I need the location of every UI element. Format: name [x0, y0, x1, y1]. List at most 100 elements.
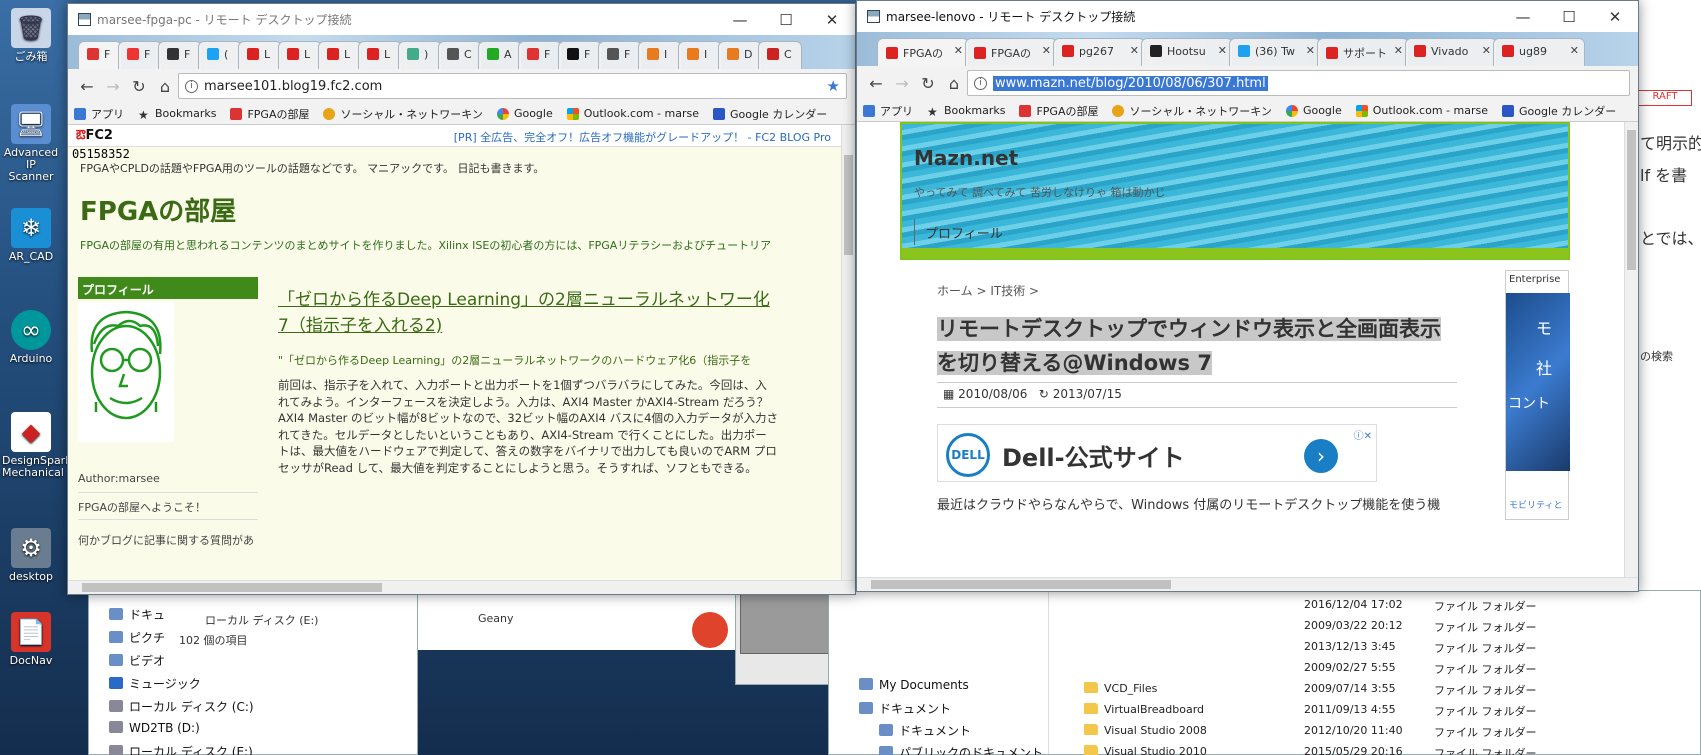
browser-tab[interactable]: F: [158, 41, 202, 69]
browser-tab[interactable]: Hootsu ✕: [1141, 38, 1233, 66]
tab-close-icon[interactable]: ✕: [954, 44, 963, 57]
minimize-button[interactable]: —: [1500, 1, 1546, 32]
back-arrow-icon[interactable]: ←: [863, 70, 889, 96]
file-row[interactable]: 2016/12/04 17:02 ファイル フォルダー: [1084, 595, 1700, 616]
desktop-icon-ar-cad[interactable]: ❄ AR_CAD: [2, 208, 60, 263]
browser-tab[interactable]: I: [638, 41, 682, 69]
browser-tab[interactable]: L: [358, 41, 402, 69]
desktop-icon-desktop[interactable]: ⚙ desktop: [2, 528, 60, 583]
tree-item[interactable]: WD2TB (D:): [109, 721, 200, 735]
browser-tab[interactable]: C: [438, 41, 482, 69]
bookmark-outlook[interactable]: Outlook.com - marse: [1355, 104, 1488, 117]
reload-icon[interactable]: ↻: [126, 73, 152, 99]
scrollbar-thumb[interactable]: [1627, 130, 1636, 270]
bookmark-bookmarks[interactable]: ★ Bookmarks: [927, 104, 1005, 119]
browser-tab[interactable]: A: [478, 41, 522, 69]
maximize-button[interactable]: ☐: [763, 4, 809, 35]
browser-tab[interactable]: Vivado ✕: [1405, 38, 1497, 66]
tree-item-local-disk-e[interactable]: ローカル ディスク (E:): [205, 612, 318, 628]
browser-tab[interactable]: FPGAの ✕: [877, 38, 969, 66]
home-icon[interactable]: ⌂: [941, 70, 967, 96]
desktop-icon-docnav[interactable]: 📄 DocNav: [2, 612, 60, 667]
browser-tab[interactable]: FPGAの ✕: [965, 38, 1057, 66]
sidebar-ad[interactable]: Enterprise モ 社 コント モビリティと: [1505, 270, 1570, 520]
bookmark-google[interactable]: Google: [1285, 104, 1342, 117]
browser-tab[interactable]: ug89 ✕: [1493, 38, 1585, 66]
tree-item[interactable]: ビデオ: [109, 652, 165, 669]
browser-tab[interactable]: L: [278, 41, 322, 69]
tree-item[interactable]: ドキュメント: [859, 700, 951, 717]
browser-tab[interactable]: F: [558, 41, 602, 69]
tree-item[interactable]: ドキュ: [109, 606, 165, 623]
bookmark-social[interactable]: ソーシャル・ネットワーキン: [323, 106, 483, 122]
tree-item[interactable]: ローカル ディスク (E:): [109, 743, 253, 755]
browser-tab[interactable]: (: [198, 41, 242, 69]
browser-tab[interactable]: F: [78, 41, 122, 69]
browser-tab[interactable]: L: [318, 41, 362, 69]
file-row[interactable]: 2009/03/22 20:12 ファイル フォルダー: [1084, 616, 1700, 637]
edge-search[interactable]: の検索: [1640, 348, 1673, 364]
bookmark-outlook[interactable]: Outlook.com - marse: [566, 107, 699, 120]
minimize-button[interactable]: —: [717, 4, 763, 35]
browser-tab[interactable]: pg267 ✕: [1053, 38, 1145, 66]
tab-close-icon[interactable]: ✕: [1394, 44, 1403, 57]
browser-tab[interactable]: F: [518, 41, 562, 69]
desktop-icon-ip-scanner[interactable]: 🖥 Advanced IP Scanner: [2, 104, 60, 183]
dell-ad-banner[interactable]: DELL Dell-公式サイト › ⓘ✕: [937, 424, 1377, 482]
tree-item[interactable]: ミュージック: [109, 675, 201, 692]
nav-profile-link[interactable]: プロフィール: [914, 219, 1474, 245]
back-arrow-icon[interactable]: ←: [74, 73, 100, 99]
maximize-button[interactable]: ☐: [1546, 1, 1592, 32]
desktop-icon-arduino[interactable]: ∞ Arduino: [2, 310, 60, 365]
chevron-right-icon[interactable]: ›: [1304, 439, 1338, 473]
tree-item[interactable]: パブリックのドキュメント: [879, 744, 1043, 755]
address-bar[interactable]: i www.mazn.net/blog/2010/08/06/307.html: [967, 70, 1630, 96]
close-button[interactable]: ✕: [809, 4, 855, 35]
browser-tab[interactable]: ): [398, 41, 442, 69]
desktop-icon-recycle-bin[interactable]: 🗑 ごみ箱: [2, 8, 60, 63]
bookmark-calendar[interactable]: Google カレンダー: [1502, 103, 1616, 119]
tree-item[interactable]: ピクチ: [109, 629, 165, 646]
tab-close-icon[interactable]: ✕: [1218, 44, 1227, 57]
bookmark-apps[interactable]: アプリ: [863, 103, 913, 119]
forward-arrow-icon[interactable]: →: [100, 73, 126, 99]
browser-tab[interactable]: (36) Tw ✕: [1229, 38, 1321, 66]
file-row[interactable]: VirtualBreadboard 2011/09/13 4:55 ファイル フォル…: [1084, 700, 1700, 721]
bookmark-bookmarks[interactable]: ★ Bookmarks: [138, 107, 216, 122]
file-row[interactable]: Visual Studio 2008 2012/10/20 11:40 ファイル フ…: [1084, 721, 1700, 742]
browser-tab[interactable]: F: [598, 41, 642, 69]
tab-close-icon[interactable]: ✕: [1306, 44, 1315, 57]
address-bar[interactable]: i marsee101.blog19.fc2.com ★: [178, 73, 847, 99]
file-row[interactable]: 2009/02/27 5:55 ファイル フォルダー: [1084, 658, 1700, 679]
browser-tab[interactable]: F: [118, 41, 162, 69]
fc2-promo-link[interactable]: [PR] 全広告、完全オフ！広告オフ機能がグレードアップ！ - FC2 BLOG…: [454, 129, 831, 145]
scrollbar-thumb[interactable]: [844, 155, 853, 255]
bookmark-fpga-room[interactable]: FPGAの部屋: [1019, 103, 1098, 119]
ad-close-icon[interactable]: ⓘ✕: [1354, 427, 1372, 442]
browser-tab[interactable]: I: [678, 41, 722, 69]
bookmark-star-icon[interactable]: ★: [827, 77, 840, 95]
title-bar[interactable]: marsee-lenovo - リモート デスクトップ接続 — ☐ ✕: [857, 1, 1638, 32]
home-icon[interactable]: ⌂: [152, 73, 178, 99]
reload-icon[interactable]: ↻: [915, 70, 941, 96]
close-button[interactable]: ✕: [1592, 1, 1638, 32]
desktop-icon-designspark[interactable]: ◆ DesignSpark Mechanical: [2, 412, 72, 479]
title-bar[interactable]: marsee-fpga-pc - リモート デスクトップ接続 — ☐ ✕: [68, 4, 855, 35]
tab-close-icon[interactable]: ✕: [1570, 44, 1579, 57]
file-row[interactable]: 2013/12/13 3:45 ファイル フォルダー: [1084, 637, 1700, 658]
breadcrumb[interactable]: ホーム > IT技術 >: [937, 282, 1039, 299]
bookmark-apps[interactable]: アプリ: [74, 106, 124, 122]
scrollbar-thumb[interactable]: [82, 583, 382, 592]
horizontal-scrollbar[interactable]: [68, 580, 855, 594]
browser-tab[interactable]: D: [718, 41, 762, 69]
app-name[interactable]: Geany: [478, 612, 514, 625]
tree-item[interactable]: ローカル ディスク (C:): [109, 698, 254, 715]
tab-close-icon[interactable]: ✕: [1042, 44, 1051, 57]
bookmark-calendar[interactable]: Google カレンダー: [713, 106, 827, 122]
site-name[interactable]: Mazn.net: [914, 146, 1018, 170]
tab-close-icon[interactable]: ✕: [1482, 44, 1491, 57]
forward-arrow-icon[interactable]: →: [889, 70, 915, 96]
post-title-link[interactable]: 「ゼロから作るDeep Learning」の2層ニューラルネットワー化7（指示子…: [278, 287, 778, 339]
file-row[interactable]: VCD_Files 2009/07/14 3:55 ファイル フォルダー: [1084, 679, 1700, 700]
tab-close-icon[interactable]: ✕: [1130, 44, 1139, 57]
